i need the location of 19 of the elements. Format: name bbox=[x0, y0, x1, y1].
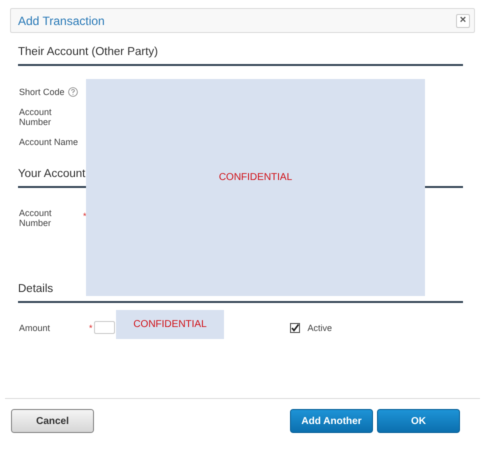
redaction-block: CONFIDENTIAL bbox=[116, 310, 224, 339]
section-heading: Their Account (Other Party) bbox=[18, 46, 463, 66]
field-label: Account Number bbox=[19, 107, 53, 127]
redaction-block: CONFIDENTIAL bbox=[86, 79, 425, 296]
field-label: Account Number bbox=[19, 208, 53, 228]
cancel-button[interactable]: Cancel bbox=[11, 409, 94, 433]
help-icon[interactable] bbox=[68, 87, 78, 97]
dialog-title: Add Transaction bbox=[18, 14, 105, 28]
action-button[interactable]: Add Another bbox=[290, 409, 373, 433]
field-label: Account Name bbox=[19, 137, 78, 147]
active-checkbox[interactable] bbox=[290, 322, 300, 332]
field-label: Amount bbox=[19, 322, 50, 332]
close-button[interactable]: × bbox=[456, 14, 470, 28]
active-label: Active bbox=[308, 322, 332, 332]
required-asterisk: * bbox=[89, 322, 93, 332]
field-label: Short Code bbox=[19, 87, 65, 97]
action-button[interactable]: OK bbox=[377, 409, 460, 433]
amount-field[interactable] bbox=[94, 321, 115, 334]
required-asterisk: * bbox=[83, 211, 87, 221]
